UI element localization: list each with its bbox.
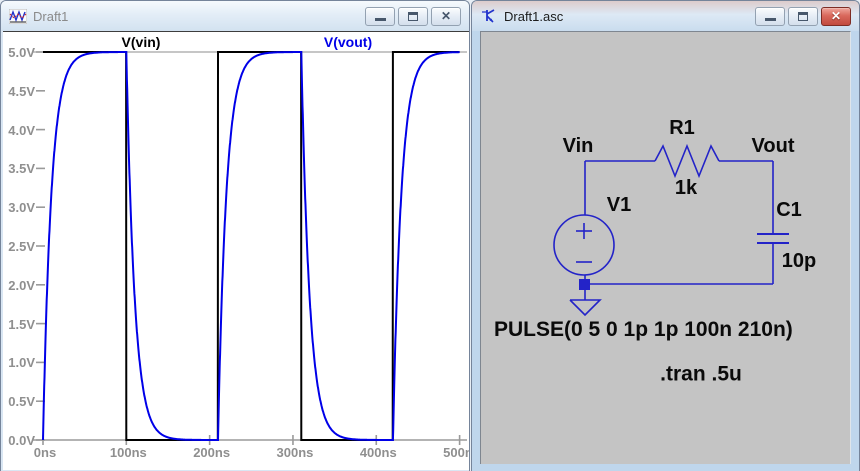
close-button[interactable] xyxy=(821,7,851,26)
minimize-icon xyxy=(375,18,386,21)
restore-button[interactable] xyxy=(398,7,428,26)
minimize-button[interactable] xyxy=(365,7,395,26)
y-tick-label: 1.0V xyxy=(3,355,35,370)
net-label-vin[interactable]: Vin xyxy=(563,136,594,156)
close-icon xyxy=(831,10,841,22)
waveform-titlebar[interactable]: Draft1 xyxy=(1,1,469,31)
legend-vin: V(vin) xyxy=(106,34,176,50)
waveform-traces xyxy=(3,32,469,470)
close-icon xyxy=(441,10,451,22)
resistor-value-label[interactable]: 1k xyxy=(675,178,697,198)
desktop: Draft1 V(vin) V(vout) 5.0V 4.5V 4.0V 3.5V 3.… xyxy=(0,0,860,471)
schematic-app-icon[interactable] xyxy=(480,9,498,24)
circuit-drawing xyxy=(481,32,851,464)
y-tick-label: 0.5V xyxy=(3,394,35,409)
schematic-canvas[interactable]: Vin R1 Vout 1k V1 C1 10p PULSE(0 5 0 1p … xyxy=(480,31,851,464)
waveform-app-icon[interactable] xyxy=(9,9,27,24)
y-tick-label: 3.5V xyxy=(3,161,35,176)
restore-button[interactable] xyxy=(788,7,818,26)
resistor-ref-label[interactable]: R1 xyxy=(669,118,695,138)
capacitor-value-label[interactable]: 10p xyxy=(782,251,816,271)
minimize-icon xyxy=(765,18,776,21)
y-tick-label: 2.5V xyxy=(3,239,35,254)
schematic-window-title: Draft1.asc xyxy=(504,9,755,24)
x-tick-label: 400ns xyxy=(354,445,402,460)
restore-icon xyxy=(798,12,808,21)
y-tick-label: 4.5V xyxy=(3,84,35,99)
net-label-vout[interactable]: Vout xyxy=(752,136,795,156)
x-tick-label: 0ns xyxy=(21,445,69,460)
restore-icon xyxy=(408,12,418,21)
y-tick-label: 1.5V xyxy=(3,317,35,332)
y-tick-label: 3.0V xyxy=(3,200,35,215)
y-tick-label: 2.0V xyxy=(3,278,35,293)
x-tick-label: 200ns xyxy=(188,445,236,460)
y-tick-label: 5.0V xyxy=(3,45,35,60)
minimize-button[interactable] xyxy=(755,7,785,26)
pulse-directive-label[interactable]: PULSE(0 5 0 1p 1p 100n 210n) xyxy=(494,319,793,340)
x-tick-label: 100ns xyxy=(104,445,152,460)
waveform-window: Draft1 V(vin) V(vout) 5.0V 4.5V 4.0V 3.5V 3.… xyxy=(0,0,470,471)
schematic-titlebar[interactable]: Draft1.asc xyxy=(472,1,859,31)
capacitor-ref-label[interactable]: C1 xyxy=(776,200,802,220)
legend-vout: V(vout) xyxy=(313,34,383,50)
y-tick-label: 4.0V xyxy=(3,123,35,138)
source-ref-label[interactable]: V1 xyxy=(607,195,631,215)
x-tick-label: 300ns xyxy=(271,445,319,460)
close-button[interactable] xyxy=(431,7,461,26)
x-tick-label: 500ns xyxy=(438,445,469,460)
waveform-window-title: Draft1 xyxy=(33,9,365,24)
tran-directive-label[interactable]: .tran .5u xyxy=(660,364,742,385)
schematic-window: Draft1.asc Vin R1 Vout 1k V1 C1 10p PULS… xyxy=(471,0,860,471)
waveform-plot-area[interactable]: V(vin) V(vout) 5.0V 4.5V 4.0V 3.5V 3.0V 2.5V 2… xyxy=(3,31,469,470)
